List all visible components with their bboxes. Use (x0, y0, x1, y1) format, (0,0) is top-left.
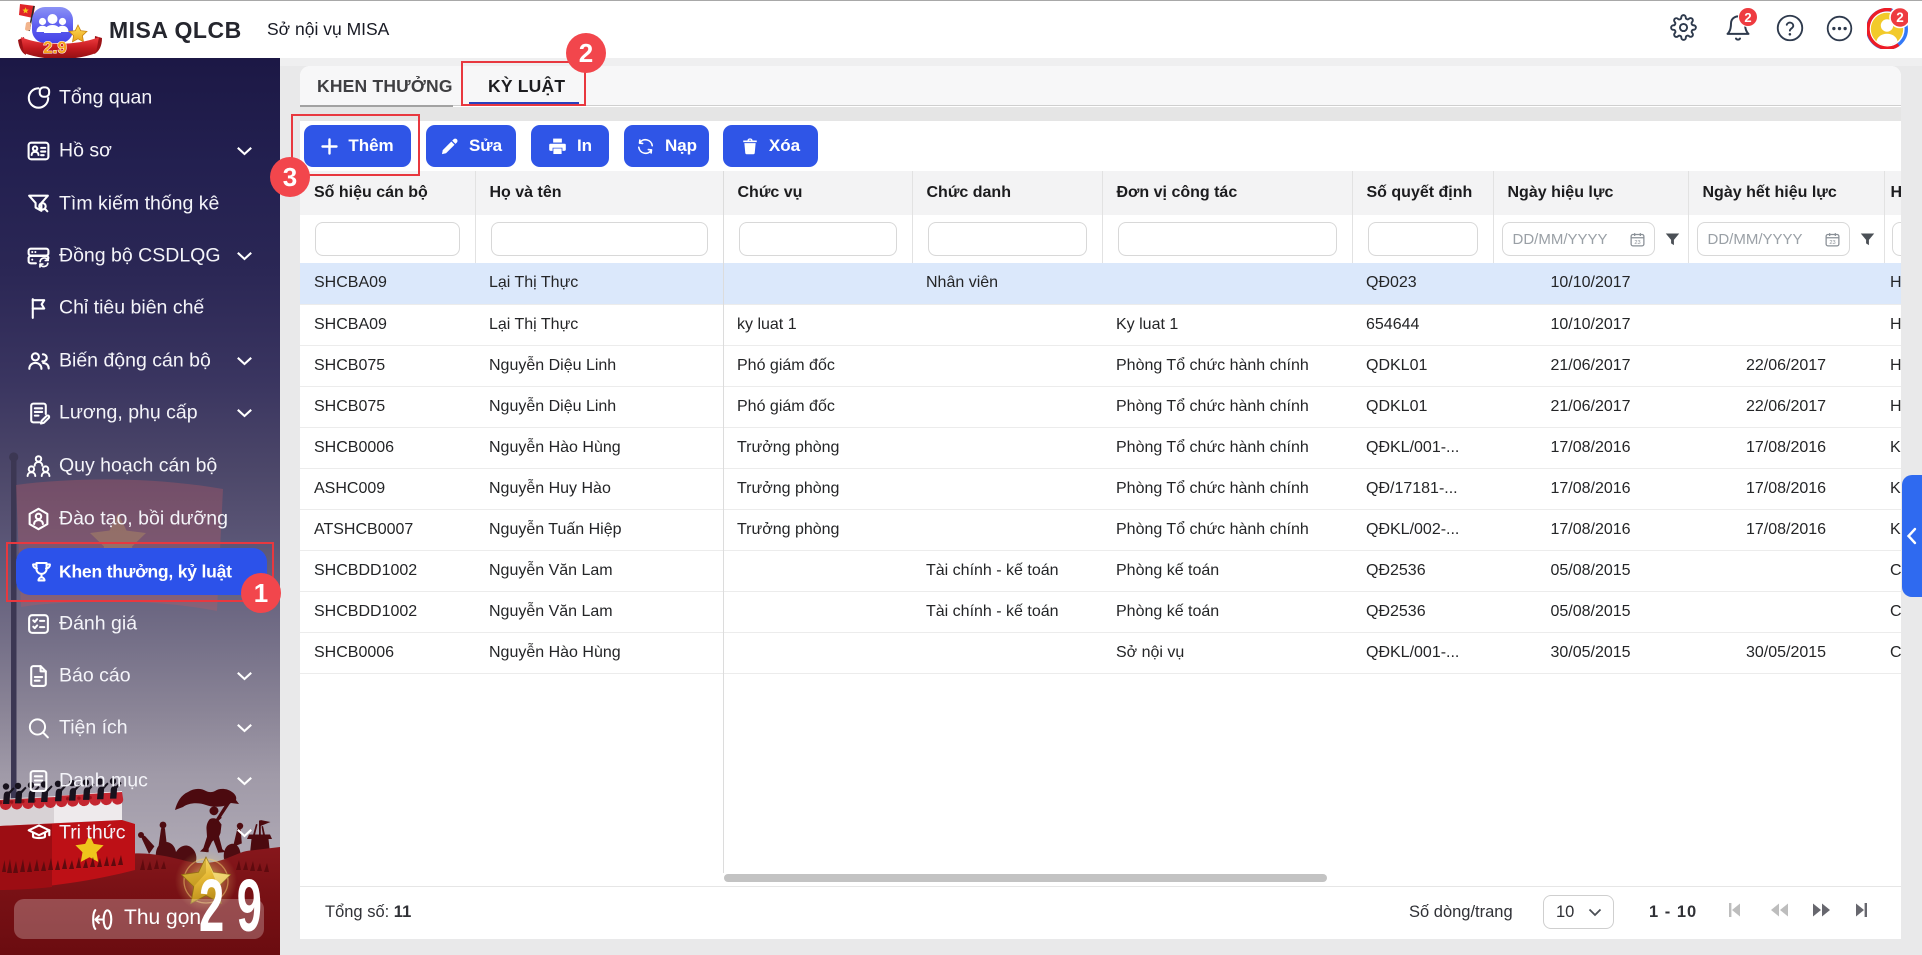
svg-text:23: 23 (1829, 240, 1835, 246)
svg-text:2: 2 (1896, 10, 1904, 25)
svg-text:2.9: 2.9 (43, 38, 67, 57)
svg-text:23: 23 (1634, 240, 1640, 246)
